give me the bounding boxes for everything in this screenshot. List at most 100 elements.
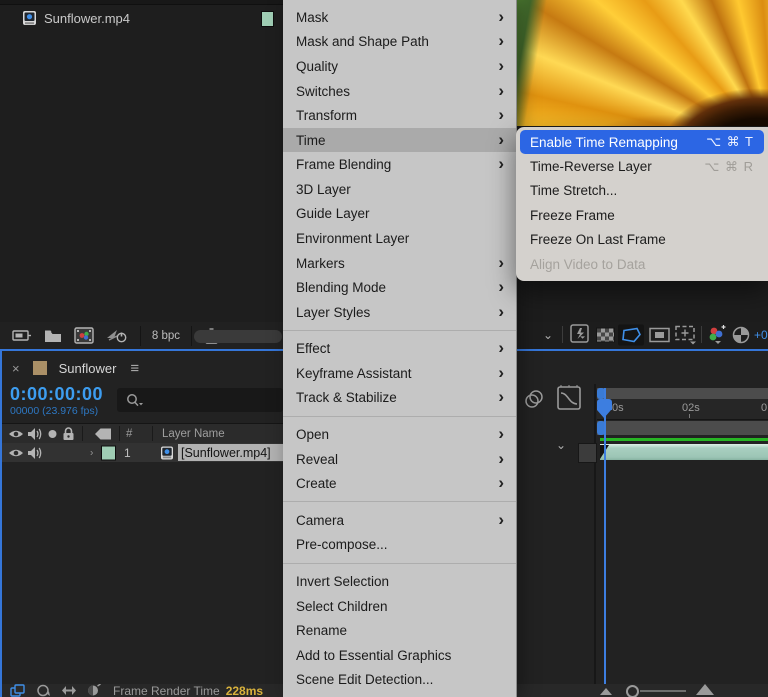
menu-item-transform[interactable]: Transform › — [283, 103, 516, 128]
menu-item-add-to-essential-graphics[interactable]: Add to Essential Graphics › — [283, 643, 516, 668]
submenu-item-freeze-on-last-frame[interactable]: Freeze On Last Frame — [520, 228, 764, 252]
zoom-in-icon[interactable] — [696, 684, 714, 695]
submenu-item-time-stretch[interactable]: Time Stretch... — [520, 179, 764, 203]
transparency-grid-button[interactable] — [596, 327, 615, 342]
menu-item-select-children[interactable]: Select Children › — [283, 594, 516, 619]
title-action-safe-button[interactable] — [649, 327, 670, 342]
composition-viewport-sunflower[interactable] — [517, 0, 768, 126]
interpret-footage-button[interactable] — [12, 328, 32, 343]
work-area-bar[interactable] — [597, 421, 768, 435]
after-effects-app: Sunflower.mp4 8 bpc ⌄ — [0, 0, 768, 697]
fast-previews-button[interactable] — [570, 324, 592, 346]
menu-item-pre-compose[interactable]: Pre-compose... › — [283, 533, 516, 558]
exposure-shutter-icon[interactable] — [732, 326, 750, 344]
render-queue-icon[interactable] — [36, 684, 51, 697]
timeline-tab[interactable]: × Sunflower ≡ — [2, 354, 283, 382]
effects-toggle-button[interactable] — [106, 328, 128, 344]
composition-mini-flowchart-icon[interactable] — [10, 684, 26, 697]
menu-item-create[interactable]: Create › — [283, 471, 516, 496]
current-time-display[interactable]: 0:00:00:00 — [10, 384, 103, 405]
audio-speaker-icon[interactable] — [27, 428, 43, 441]
playhead-line[interactable] — [604, 388, 606, 684]
submenu-chevron-icon: › — [498, 82, 504, 99]
project-horizontal-scrollbar[interactable] — [194, 330, 282, 343]
menu-item-open[interactable]: Open › — [283, 422, 516, 447]
menu-item-quality[interactable]: Quality › — [283, 54, 516, 79]
menu-item-keyframe-assistant[interactable]: Keyframe Assistant › — [283, 361, 516, 386]
timeline-zoom-slider-track[interactable] — [640, 690, 686, 692]
menu-item-mask[interactable]: Mask › — [283, 5, 516, 30]
video-eye-icon[interactable] — [8, 429, 24, 440]
timeline-zoom-slider-handle[interactable] — [626, 685, 639, 697]
playhead-handle[interactable] — [597, 399, 612, 418]
new-folder-button[interactable] — [44, 329, 62, 343]
menu-item-layer-styles[interactable]: Layer Styles › — [283, 300, 516, 325]
menu-item-3d-layer[interactable]: 3D Layer › — [283, 177, 516, 202]
time-navigator-bar[interactable] — [597, 388, 768, 399]
layer-label-swatch[interactable] — [101, 445, 116, 460]
parent-link-cell[interactable] — [578, 443, 597, 463]
submenu-item-freeze-frame[interactable]: Freeze Frame — [520, 203, 764, 227]
comp-tab-label[interactable]: Sunflower — [59, 361, 117, 376]
menu-separator — [283, 501, 516, 502]
submenu-item-time-reverse-layer[interactable]: Time-Reverse Layer ⌥ ⌘ R — [520, 154, 764, 178]
time-submenu: Enable Time Remapping ⌥ ⌘ T Time-Reverse… — [516, 127, 768, 281]
graph-editor-icon[interactable] — [556, 385, 582, 411]
layer-name-column-header[interactable]: Layer Name — [162, 428, 225, 440]
menu-separator — [283, 563, 516, 564]
submenu-chevron-icon: › — [498, 278, 504, 295]
timeline-column-splitter[interactable] — [594, 384, 596, 684]
new-composition-button[interactable] — [74, 327, 94, 344]
video-file-icon — [22, 10, 37, 26]
view-options-dropdown[interactable]: ⌄ — [543, 328, 553, 342]
menu-item-reveal[interactable]: Reveal › — [283, 447, 516, 472]
label-column-tag-icon[interactable] — [94, 428, 112, 441]
grid-guides-dropdown[interactable] — [674, 324, 698, 345]
layer-audio-speaker-icon[interactable] — [27, 446, 43, 459]
menu-item-guide-layer[interactable]: Guide Layer › — [283, 202, 516, 227]
project-item-sunflower-mp4[interactable]: Sunflower.mp4 — [0, 5, 283, 31]
menu-item-markers[interactable]: Markers › — [283, 251, 516, 276]
submenu-item-label: Time Stretch... — [530, 183, 754, 198]
layer-video-eye-icon[interactable] — [8, 447, 24, 458]
submenu-chevron-icon: › — [498, 511, 504, 528]
layer-twirl-icon[interactable]: › — [90, 447, 93, 458]
index-column-header[interactable]: # — [126, 428, 132, 440]
close-tab-icon[interactable]: × — [12, 361, 20, 376]
submenu-item-label: Time-Reverse Layer — [530, 159, 704, 174]
menu-item-camera[interactable]: Camera › — [283, 508, 516, 533]
menu-item-invert-selection[interactable]: Invert Selection › — [283, 569, 516, 594]
column-divider — [119, 426, 120, 441]
timeline-search-input[interactable] — [117, 388, 283, 412]
ruler-tick-04s-clipped: 0 — [761, 402, 767, 414]
menu-item-environment-layer[interactable]: Environment Layer › — [283, 226, 516, 251]
menu-item-mask-and-shape-path[interactable]: Mask and Shape Path › — [283, 30, 516, 55]
bit-depth-button[interactable]: 8 bpc — [140, 326, 192, 346]
draft-3d-icon[interactable] — [87, 684, 101, 697]
layer-name-selected[interactable]: [Sunflower.mp4] — [178, 444, 287, 461]
shy-label-circles-icon[interactable] — [524, 389, 546, 409]
region-of-interest-button[interactable] — [618, 324, 644, 345]
zoom-out-icon[interactable] — [600, 688, 612, 695]
submenu-item-enable-time-remapping[interactable]: Enable Time Remapping ⌥ ⌘ T — [520, 130, 764, 154]
menu-item-track-stabilize[interactable]: Track & Stabilize › — [283, 386, 516, 411]
footage-label-color-swatch[interactable] — [261, 11, 274, 27]
solo-icon[interactable] — [48, 430, 57, 439]
menu-item-switches[interactable]: Switches › — [283, 79, 516, 104]
menu-item-time[interactable]: Time › — [283, 128, 516, 153]
parent-dropdown-icon[interactable]: ⌄ — [556, 438, 566, 452]
live-update-arrows-icon[interactable] — [61, 685, 77, 696]
panel-menu-icon[interactable]: ≡ — [130, 360, 139, 377]
layer-context-menu: Mask › Mask and Shape Path › Quality › S… — [283, 0, 517, 697]
lock-icon[interactable] — [62, 427, 75, 441]
layer-duration-bar[interactable] — [600, 444, 768, 460]
menu-item-frame-blending[interactable]: Frame Blending › — [283, 152, 516, 177]
menu-item-effect[interactable]: Effect › — [283, 337, 516, 362]
time-ruler[interactable]: 0s 02s 0 — [597, 399, 768, 420]
menu-item-rename[interactable]: Rename › — [283, 618, 516, 643]
exposure-offset-value[interactable]: +0 — [754, 328, 768, 342]
menu-item-scene-edit-detection[interactable]: Scene Edit Detection... › — [283, 667, 516, 692]
channel-settings-dropdown[interactable] — [707, 325, 729, 345]
layer-row-sunflower[interactable]: › 1 [Sunflower.mp4] — [2, 443, 283, 462]
menu-item-blending-mode[interactable]: Blending Mode › — [283, 275, 516, 300]
